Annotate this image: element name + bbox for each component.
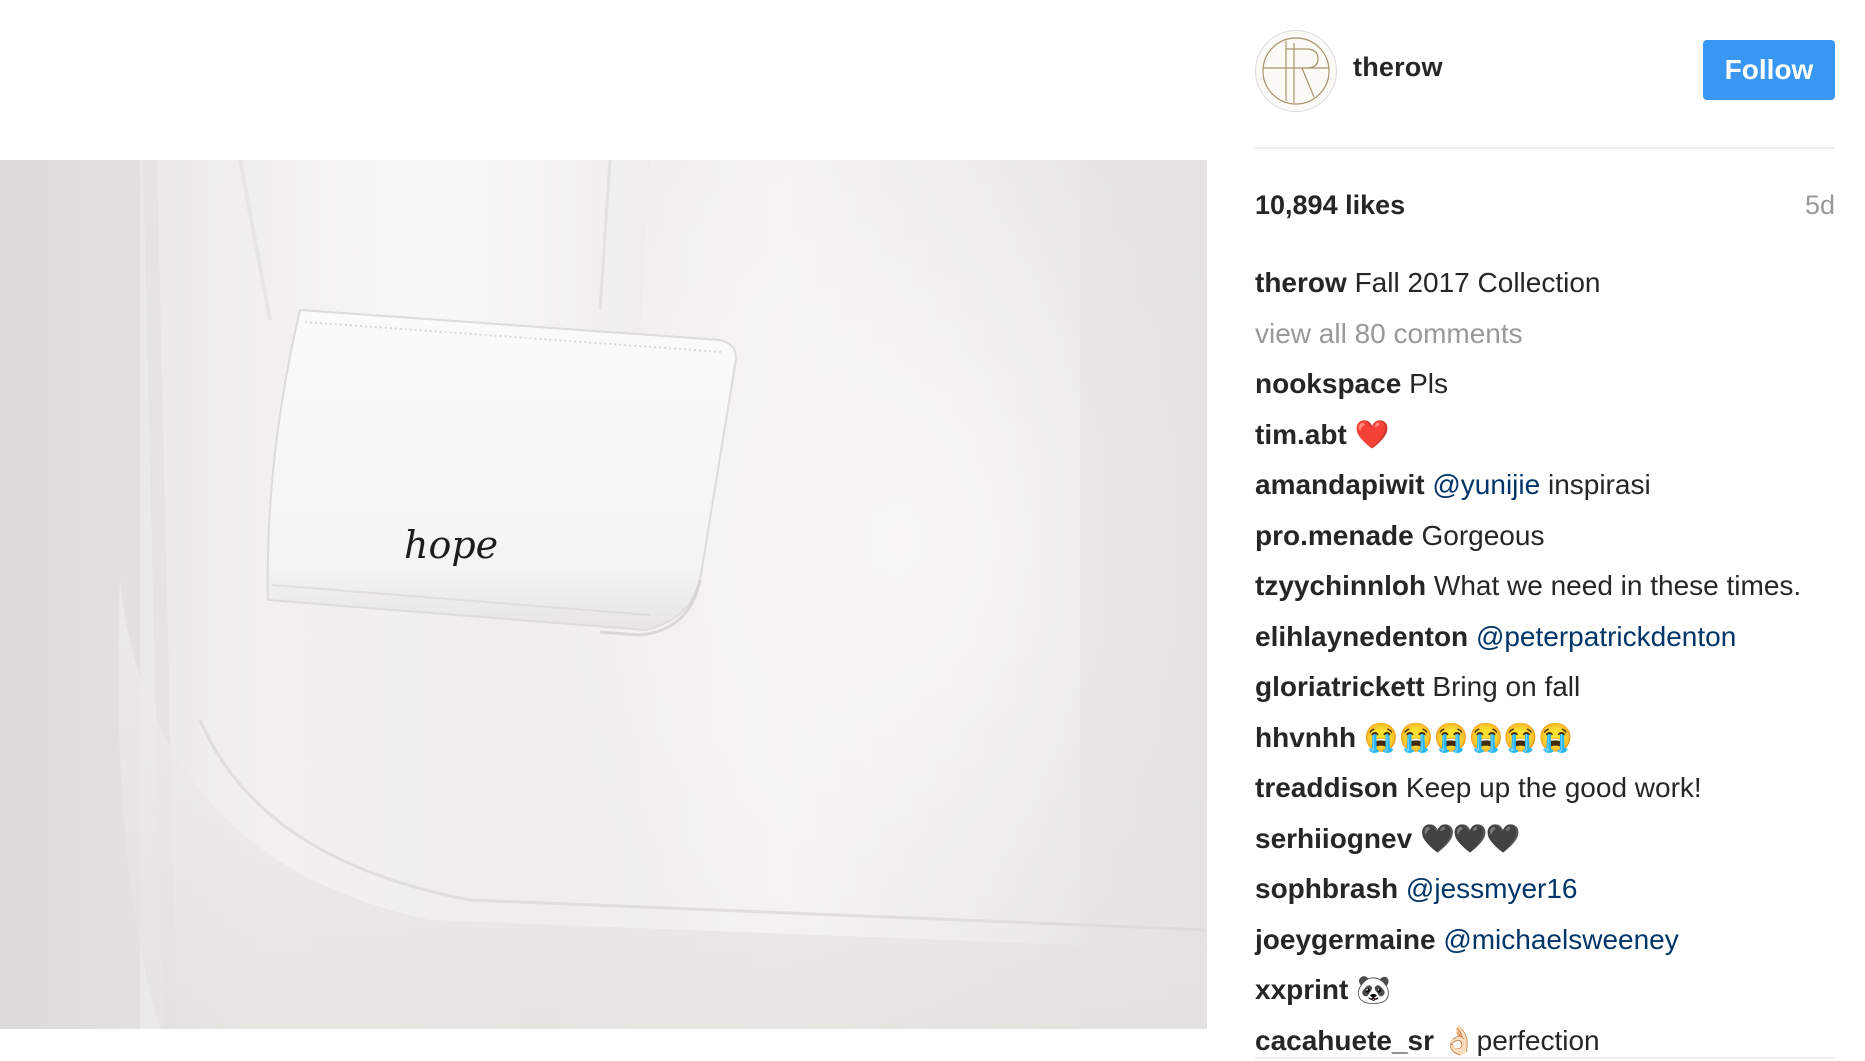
comment-username[interactable]: sophbrash — [1255, 873, 1398, 904]
post-age[interactable]: 5d — [1805, 190, 1835, 221]
comment-text: inspirasi — [1547, 469, 1651, 500]
comment: tzyychinnloh What we need in these times… — [1255, 566, 1845, 617]
comment: tim.abt ❤️ — [1255, 415, 1845, 466]
header-divider — [1255, 147, 1835, 149]
comment-username[interactable]: pro.menade — [1255, 520, 1414, 551]
comment-username[interactable]: xxprint — [1255, 974, 1348, 1005]
comment-mention[interactable]: @peterpatrickdenton — [1476, 621, 1736, 652]
comment-mention[interactable]: @yunijie — [1432, 469, 1540, 500]
crying-face-icon: 😭😭😭😭😭😭 — [1363, 721, 1574, 753]
comment: hhvnhh 😭😭😭😭😭😭 — [1255, 718, 1845, 769]
comment-text: Pls — [1409, 368, 1448, 399]
comment-username[interactable]: joeygermaine — [1255, 924, 1436, 955]
likes-row: 10,894 likes 5d — [1255, 190, 1835, 224]
post-header: therow Follow — [1255, 30, 1835, 112]
caption-text: Fall 2017 Collection — [1354, 267, 1601, 298]
comment-username[interactable]: treaddison — [1255, 772, 1398, 803]
caption: therow Fall 2017 Collection — [1255, 263, 1845, 314]
avatar[interactable] — [1255, 30, 1337, 112]
instagram-post-page: hope therow Follow 10,894 likes 5d thero… — [0, 0, 1865, 1061]
red-heart-icon: ❤️ — [1354, 418, 1390, 450]
comment-username[interactable]: serhiiognev — [1255, 823, 1412, 854]
comment: sophbrash @jessmyer16 — [1255, 869, 1845, 920]
comment-username[interactable]: tzyychinnloh — [1255, 570, 1426, 601]
comment: xxprint 🐼 — [1255, 970, 1845, 1021]
comment-username[interactable]: tim.abt — [1255, 419, 1347, 450]
comment: treaddison Keep up the good work! — [1255, 768, 1845, 819]
comment-mention[interactable]: @michaelsweeney — [1443, 924, 1678, 955]
comments-list: therow Fall 2017 Collection view all 80 … — [1255, 263, 1845, 1061]
shirt-cuff-image: hope — [0, 160, 1207, 1029]
comment: amandapiwit @yunijie inspirasi — [1255, 465, 1845, 516]
post-photo[interactable]: hope — [0, 160, 1207, 1029]
comment: joeygermaine @michaelsweeney — [1255, 920, 1845, 971]
likes-count[interactable]: 10,894 likes — [1255, 190, 1405, 221]
comment-username[interactable]: amandapiwit — [1255, 469, 1425, 500]
comment: elihlaynedenton @peterpatrickdenton — [1255, 617, 1845, 668]
post-sidebar: therow Follow 10,894 likes 5d therow Fal… — [1255, 0, 1835, 1061]
view-all-comments-row: view all 80 comments — [1255, 314, 1845, 365]
follow-button[interactable]: Follow — [1703, 40, 1835, 100]
comment-username[interactable]: gloriatrickett — [1255, 671, 1425, 702]
caption-username[interactable]: therow — [1255, 267, 1347, 298]
black-heart-icon: 🖤🖤🖤 — [1419, 822, 1521, 854]
comment-username[interactable]: elihlaynedenton — [1255, 621, 1468, 652]
comment-text: Bring on fall — [1432, 671, 1581, 702]
panda-icon: 🐼 — [1356, 974, 1392, 1005]
embroidery-text: hope — [404, 523, 498, 567]
comment-text: Keep up the good work! — [1405, 772, 1702, 803]
therow-logo-icon — [1262, 37, 1330, 105]
comment: nookspace Pls — [1255, 364, 1845, 415]
comment: pro.menade Gorgeous — [1255, 516, 1845, 567]
comment-username[interactable]: hhvnhh — [1255, 722, 1356, 753]
comment-text: Gorgeous — [1421, 519, 1545, 551]
username-link[interactable]: therow — [1353, 52, 1443, 83]
comment-text: What we need in these times. — [1433, 570, 1802, 601]
comment-username[interactable]: cacahuete_sr — [1255, 1025, 1434, 1056]
comment-username[interactable]: nookspace — [1255, 368, 1401, 399]
view-all-comments-link[interactable]: view all 80 comments — [1255, 318, 1523, 349]
comment-text: 👌🏻perfection — [1441, 1024, 1600, 1056]
comment: serhiiognev 🖤🖤🖤 — [1255, 819, 1845, 870]
comment: gloriatrickett Bring on fall — [1255, 667, 1845, 718]
comment: cacahuete_sr 👌🏻perfection — [1255, 1021, 1845, 1061]
comment-mention[interactable]: @jessmyer16 — [1406, 873, 1578, 904]
comments-divider — [1255, 1057, 1835, 1059]
